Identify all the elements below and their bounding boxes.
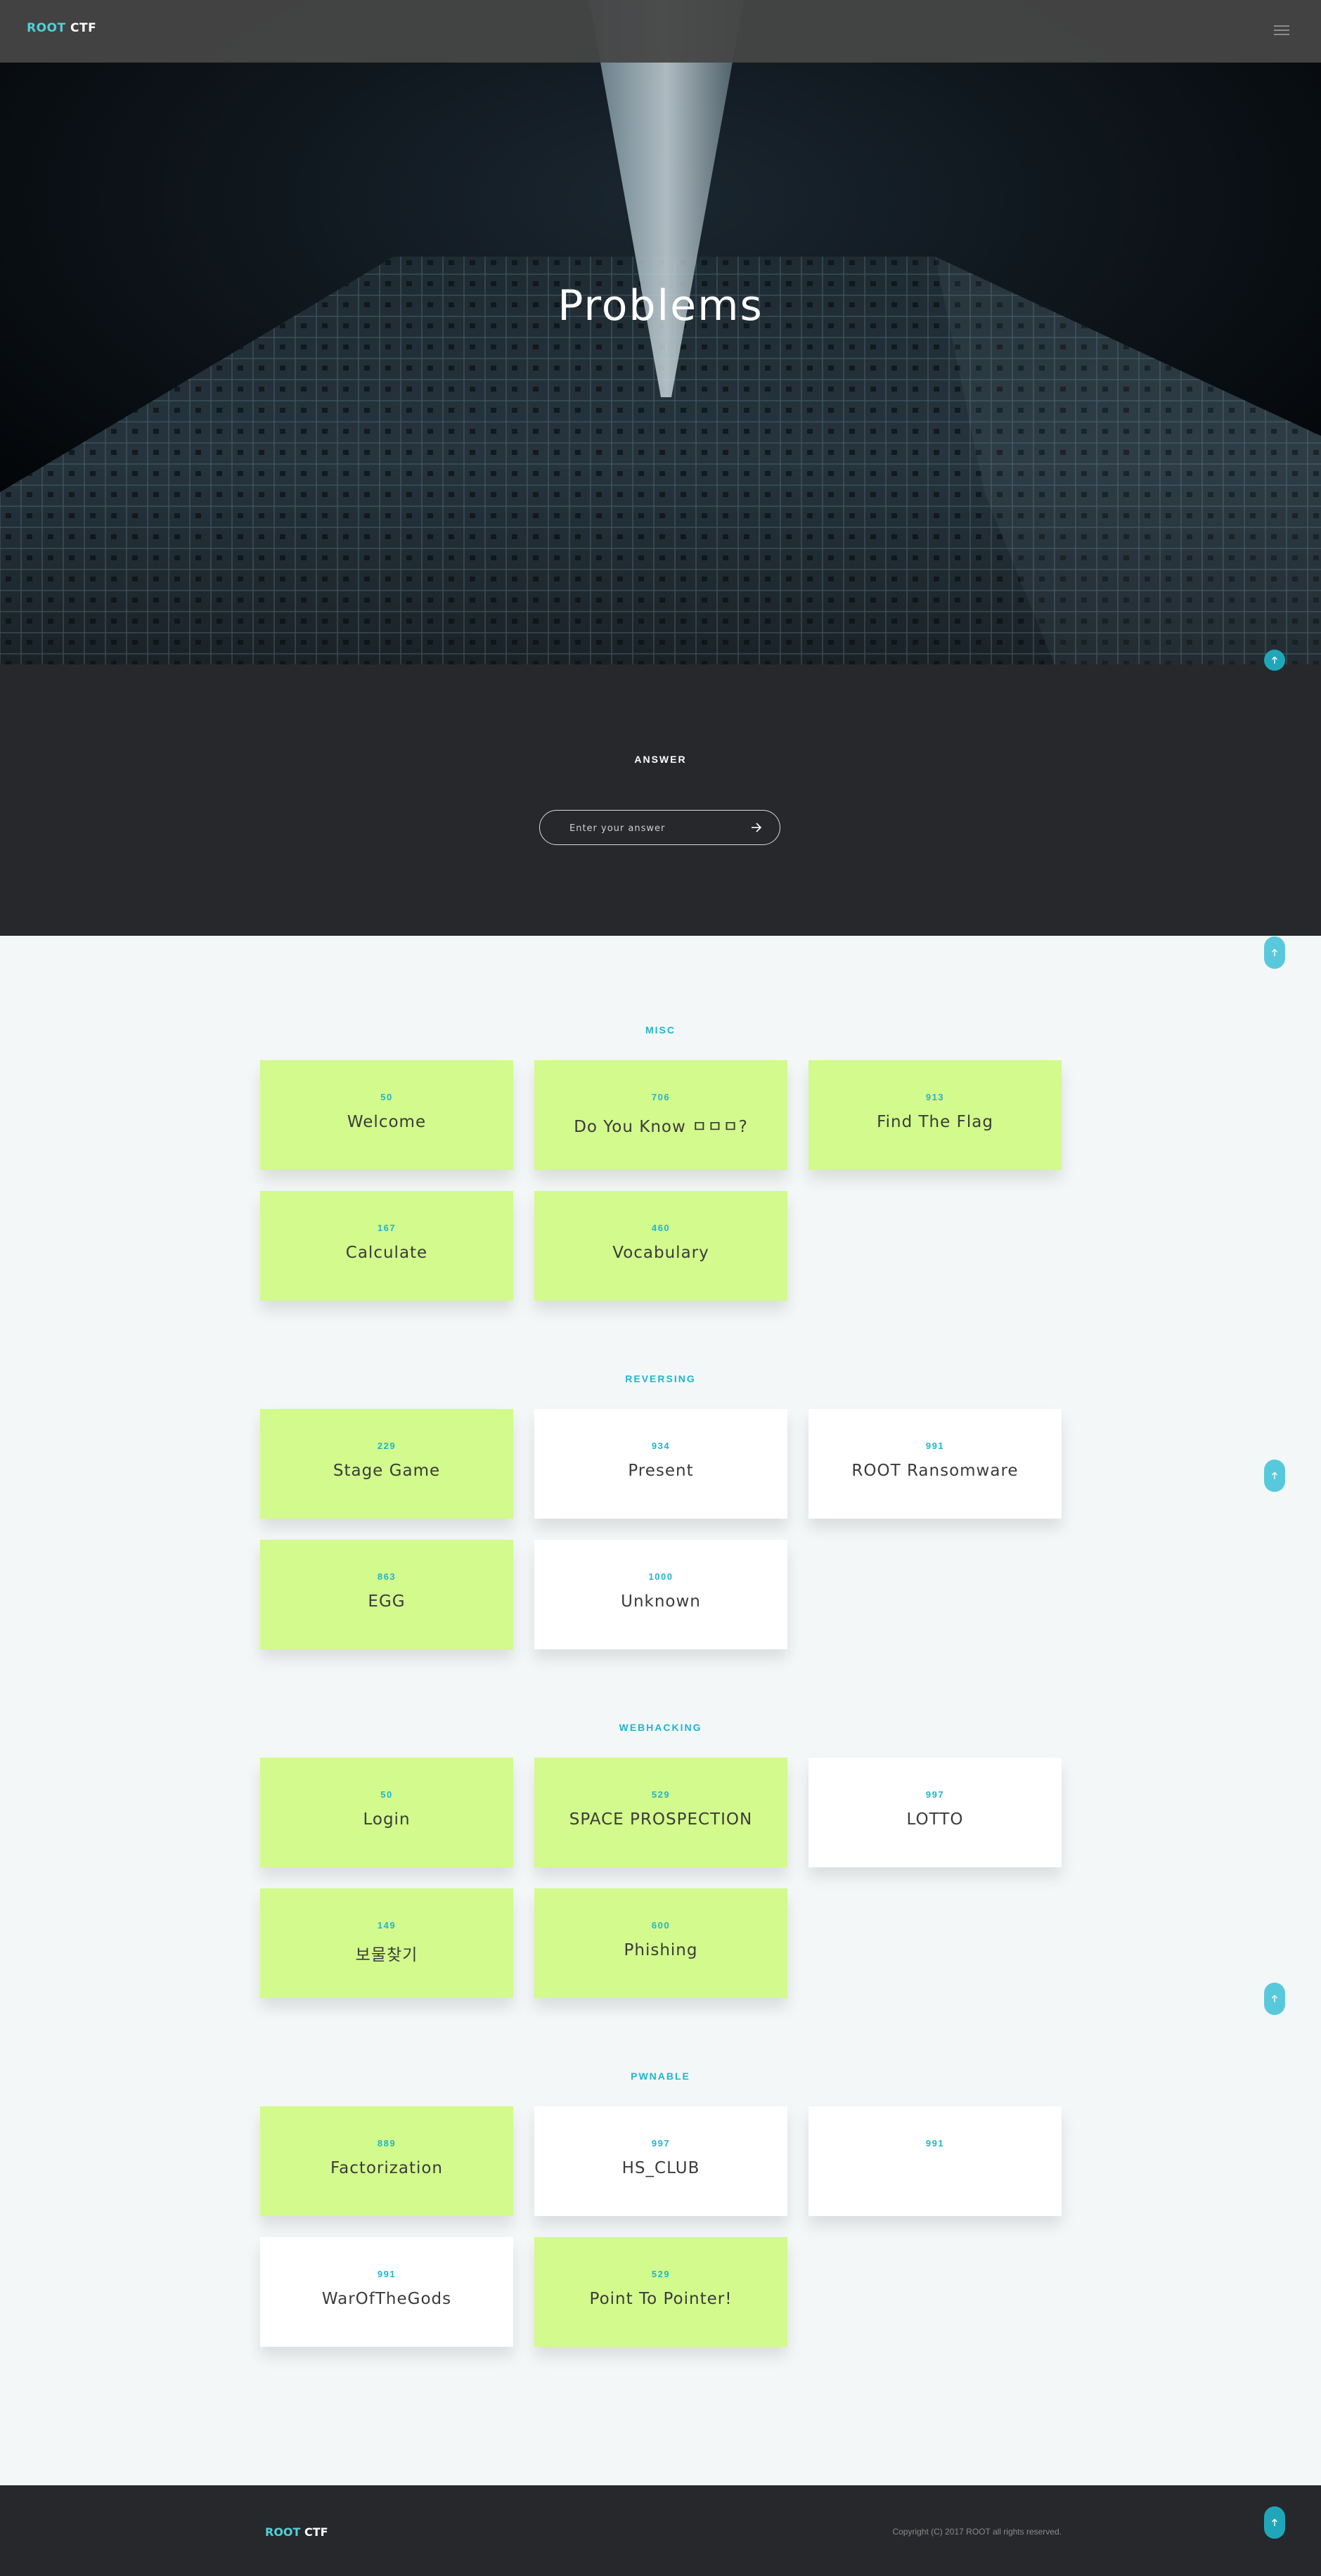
problem-points: 529 [651, 2269, 671, 2279]
problem-card[interactable]: 913 Find The Flag [808, 1060, 1062, 1170]
arrow-up-icon [1272, 2518, 1277, 2526]
arrow-up-icon [1272, 948, 1277, 956]
problem-points: 50 [380, 1092, 393, 1102]
problem-card[interactable]: 863 EGG [260, 1540, 513, 1649]
answer-label: ANSWER [634, 754, 687, 765]
problem-card[interactable]: 889 Factorization [260, 2106, 513, 2216]
hamburger-menu-icon[interactable] [1274, 24, 1289, 37]
problem-points: 460 [651, 1223, 671, 1233]
problem-card[interactable]: 167 Calculate [260, 1191, 513, 1301]
footer-brand-ctf-text: CTF [304, 2525, 328, 2539]
problem-card[interactable]: 1000 Unknown [534, 1540, 787, 1649]
problem-points: 863 [377, 1571, 397, 1582]
problem-card[interactable]: 149 보물찾기 [260, 1888, 513, 1998]
problem-name: Welcome [347, 1113, 427, 1131]
problem-name: Login [363, 1810, 411, 1829]
problem-card[interactable]: 706 Do You Know ㅁㅁㅁ? [534, 1060, 787, 1170]
problem-card[interactable]: 997 LOTTO [808, 1758, 1062, 1867]
problem-name: ROOT Ransomware [851, 1462, 1019, 1480]
problem-points: 889 [377, 2138, 397, 2149]
footer-brand-logo[interactable]: ROOT CTF [265, 2525, 328, 2539]
problem-points: 229 [377, 1441, 397, 1451]
problem-points: 167 [377, 1223, 397, 1233]
top-navbar: ROOT CTF [0, 0, 1321, 63]
problem-points: 991 [925, 1441, 945, 1451]
problem-points: 706 [651, 1092, 671, 1102]
problem-name: HS_CLUB [621, 2159, 700, 2177]
problem-points: 934 [651, 1441, 671, 1451]
problem-name: Phishing [624, 1941, 698, 1959]
problem-name: SPACE PROSPECTION [569, 1810, 753, 1829]
scroll-top-button[interactable] [1264, 650, 1285, 671]
page-title: Problems [558, 281, 763, 330]
problem-name: LOTTO [906, 1810, 964, 1829]
problem-name: Unknown [621, 1592, 701, 1611]
problem-name: Calculate [345, 1244, 428, 1262]
problem-card[interactable]: 991 ROOT Ransomware [808, 1409, 1062, 1519]
problem-points: 991 [925, 2138, 945, 2149]
arrow-up-icon [1272, 656, 1277, 664]
problem-points: 529 [651, 1789, 671, 1800]
problem-card[interactable]: 991 WarOfTheGods [260, 2237, 513, 2347]
scroll-top-button[interactable] [1264, 936, 1285, 969]
scroll-top-button[interactable] [1264, 2506, 1285, 2539]
footer-brand-root-text: ROOT [265, 2525, 301, 2539]
problem-name: Stage Game [333, 1462, 441, 1480]
problem-points: 1000 [648, 1571, 674, 1582]
arrow-up-icon [1272, 1471, 1277, 1479]
problem-name: Point To Pointer! [589, 2290, 733, 2308]
problem-card[interactable]: 529 Point To Pointer! [534, 2237, 787, 2347]
category-title-misc: MISC [645, 1024, 676, 1036]
problem-name: EGG [368, 1592, 406, 1611]
scroll-top-button[interactable] [1264, 1983, 1285, 2015]
problem-name: WarOfTheGods [321, 2290, 452, 2308]
category-title-webhacking: WEBHACKING [619, 1722, 702, 1733]
problem-card[interactable]: 460 Vocabulary [534, 1191, 787, 1301]
problem-name: Vocabulary [612, 1244, 709, 1262]
problem-card[interactable]: 50 Welcome [260, 1060, 513, 1170]
problem-card[interactable]: 600 Phishing [534, 1888, 787, 1998]
scroll-top-button[interactable] [1264, 1460, 1285, 1492]
arrow-up-icon [1272, 1995, 1277, 2002]
problem-name: Present [628, 1462, 694, 1480]
copyright-text: Copyright (C) 2017 ROOT all rights reser… [892, 2527, 1062, 2537]
problem-points: 997 [925, 1789, 945, 1800]
problem-card[interactable]: 229 Stage Game [260, 1409, 513, 1519]
problem-points: 50 [380, 1789, 393, 1800]
answer-section: ANSWER [0, 664, 1321, 936]
building-background-image [0, 0, 1321, 664]
arrow-right-icon[interactable] [749, 820, 764, 835]
problem-points: 913 [925, 1092, 945, 1102]
problem-points: 600 [651, 1920, 671, 1931]
problem-name: 보물찾기 [355, 1946, 418, 1964]
hero-banner: Problems [0, 0, 1321, 664]
problem-name: Do You Know ㅁㅁㅁ? [574, 1118, 748, 1136]
problem-points: 149 [377, 1920, 397, 1931]
problem-card[interactable]: 991 [808, 2106, 1062, 2216]
problem-name: Factorization [330, 2159, 444, 2177]
answer-input[interactable] [568, 811, 754, 846]
problem-card[interactable]: 50 Login [260, 1758, 513, 1867]
footer: ROOT CTF Copyright (C) 2017 ROOT all rig… [0, 2485, 1321, 2576]
answer-form [539, 810, 780, 846]
category-title-reversing: REVERSING [625, 1373, 696, 1384]
brand-logo[interactable]: ROOT CTF [27, 21, 96, 35]
problem-points: 991 [377, 2269, 397, 2279]
problem-card[interactable]: 934 Present [534, 1409, 787, 1519]
brand-ctf-text: CTF [70, 21, 97, 35]
problem-card[interactable]: 529 SPACE PROSPECTION [534, 1758, 787, 1867]
category-title-pwnable: PWNABLE [631, 2071, 690, 2082]
problem-name: Find The Flag [877, 1113, 993, 1131]
problem-points: 997 [651, 2138, 671, 2149]
problem-card[interactable]: 997 HS_CLUB [534, 2106, 787, 2216]
brand-root-text: ROOT [27, 21, 66, 35]
